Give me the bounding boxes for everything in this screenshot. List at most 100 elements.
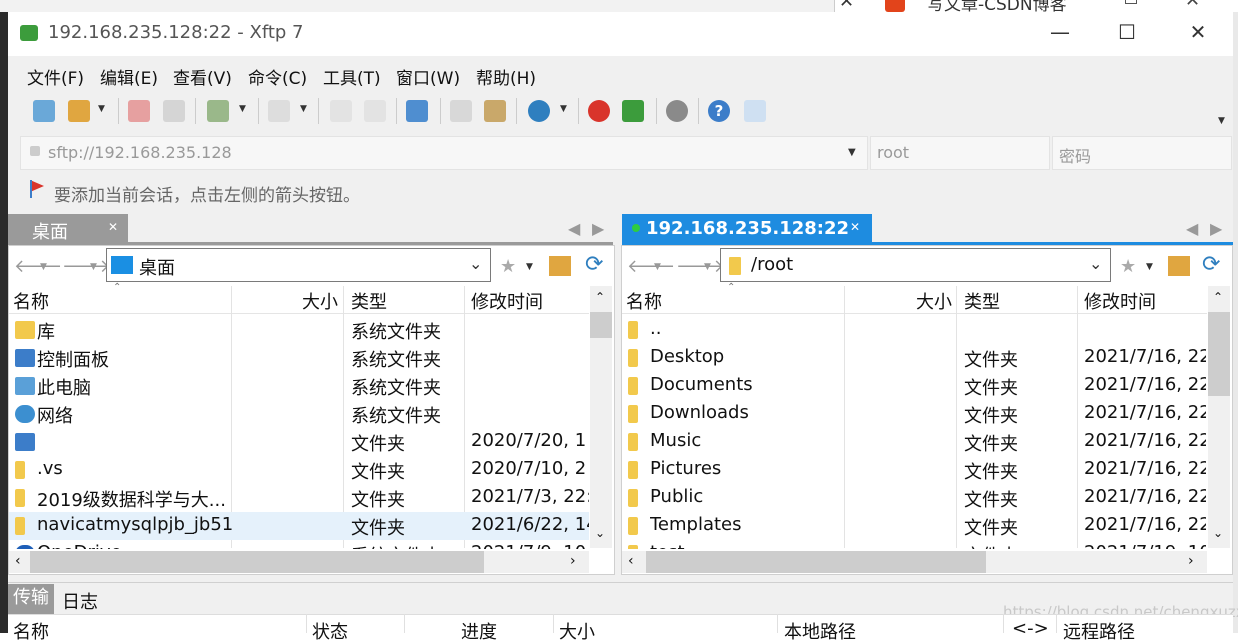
file-row[interactable]: .. [622,316,1207,344]
menu-edit[interactable]: 编辑(E) [100,64,158,89]
home-folder-icon[interactable] [1168,256,1190,276]
back-arrow-icon[interactable]: 🡐 [627,256,675,277]
back-arrow-icon[interactable]: 🡐 [14,256,62,277]
remote-path-field[interactable]: /root ⌄ [720,248,1111,282]
column-modified[interactable]: 修改时间 [1084,288,1156,314]
column-size[interactable]: 大小 [302,288,338,314]
disconnect-icon[interactable] [163,100,185,122]
close-icon[interactable]: ✕ [108,220,118,234]
scrollbar-thumb[interactable] [1208,312,1230,396]
chevron-down-icon[interactable]: ▼ [300,104,307,114]
file-row[interactable]: navicatmysqlpjb_jb51 文件夹 2021/6/22, 14 [9,512,589,540]
file-row[interactable]: 库 系统文件夹 [9,316,589,344]
file-row[interactable]: 网络 系统文件夹 [9,400,589,428]
scroll-right-icon[interactable]: › [1188,553,1194,569]
file-row[interactable]: .vs 文件夹 2020/7/10, 2 [9,456,589,484]
menu-view[interactable]: 查看(V) [173,64,232,89]
forward-arrow-icon[interactable]: 🡒 [676,256,724,277]
scrollbar-thumb[interactable] [590,312,612,338]
column-type[interactable]: 类型 [351,288,387,314]
tab-transfer[interactable]: 传输 [8,584,54,614]
close-icon[interactable]: ✕ [850,220,860,234]
xshell-icon[interactable] [588,100,610,122]
file-row[interactable]: 2019级数据科学与大... 文件夹 2021/7/3, 22: [9,484,589,512]
maximize-button[interactable]: ☐ [1107,20,1147,46]
chevron-left-icon[interactable]: ◀ [568,219,580,238]
open-folder-icon[interactable] [68,100,90,122]
chevron-down-icon[interactable]: ⌄ [1089,254,1102,273]
scrollbar-thumb[interactable] [646,551,986,573]
chevron-down-icon[interactable]: ▼ [848,147,856,158]
chat-icon[interactable] [744,100,766,122]
chevron-down-icon[interactable]: ▼ [654,262,661,272]
home-folder-icon[interactable] [549,256,571,276]
file-row[interactable]: OneDrive 系统文件夹 2021/7/9, 10 [9,540,589,549]
chevron-down-icon[interactable]: ▼ [40,262,47,272]
chevron-down-icon[interactable]: ▼ [560,104,567,114]
file-row[interactable]: Public 文件夹 2021/7/16, 22 [622,484,1207,512]
tab-log[interactable]: 日志 [62,588,98,614]
help-icon[interactable]: ? [708,100,730,122]
column-remote-path[interactable]: 远程路径 [1063,618,1135,644]
connect-icon[interactable] [128,100,150,122]
tab-local-desktop[interactable]: 桌面 ✕ [8,214,128,244]
copy-icon[interactable] [450,100,472,122]
chevron-down-icon[interactable]: ▼ [1146,262,1153,272]
chevron-left-icon[interactable]: ◀ [1186,219,1198,238]
menu-tools[interactable]: 工具(T) [323,64,381,89]
scroll-right-icon[interactable]: › [570,553,576,569]
menu-command[interactable]: 命令(C) [248,64,307,89]
scroll-left-icon[interactable]: ‹ [628,553,634,569]
new-session-icon[interactable] [33,100,55,122]
paste-icon[interactable] [484,100,506,122]
column-name[interactable]: 名称 [13,288,49,314]
add-session-arrow-icon[interactable] [30,180,44,198]
chevron-right-icon[interactable]: ▶ [1210,219,1222,238]
transfer-icon[interactable] [268,100,290,122]
column-size[interactable]: 大小 [559,618,595,644]
chevron-down-icon[interactable]: ▼ [239,104,246,114]
minimize-button[interactable]: — [1040,20,1080,46]
username-field[interactable]: root [870,136,1050,170]
scroll-up-icon[interactable]: ⌃ [1213,290,1223,304]
globe-icon[interactable] [528,100,550,122]
chevron-down-icon[interactable]: ▼ [90,262,97,272]
scroll-up-icon[interactable]: ⌃ [595,290,605,304]
forward-arrow-icon[interactable]: 🡒 [62,256,110,277]
file-row[interactable]: test 文件夹 2021/7/19, 10 [622,540,1207,549]
refresh-icon[interactable]: ⟳ [585,252,603,277]
file-row[interactable]: 文件夹 2020/7/20, 1 [9,428,589,456]
star-icon[interactable]: ★ [1120,256,1136,277]
close-button[interactable]: ✕ [1178,20,1218,46]
scrollbar-thumb[interactable] [30,551,484,573]
column-name[interactable]: 名称 [626,288,662,314]
file-row[interactable]: Music 文件夹 2021/7/16, 22 [622,428,1207,456]
gear-icon[interactable] [666,100,688,122]
star-icon[interactable]: ★ [500,256,516,277]
column-direction[interactable]: <-> [1012,618,1049,639]
chevron-down-icon[interactable]: ▼ [1218,116,1225,126]
column-local-path[interactable]: 本地路径 [784,618,856,644]
tab-remote-session[interactable]: 192.168.235.128:22 ✕ [622,214,872,244]
scroll-down-icon[interactable]: ⌄ [1213,526,1223,540]
local-path-field[interactable]: 桌面 ⌄ [106,248,491,282]
scroll-left-icon[interactable]: ‹ [15,553,21,569]
column-progress[interactable]: 进度 [461,618,497,644]
file-row[interactable]: Templates 文件夹 2021/7/16, 22 [622,512,1207,540]
chevron-right-icon[interactable]: ▶ [592,219,604,238]
menu-help[interactable]: 帮助(H) [476,64,536,89]
file-row[interactable]: Pictures 文件夹 2021/7/16, 22 [622,456,1207,484]
scroll-down-icon[interactable]: ⌄ [595,526,605,540]
chevron-down-icon[interactable]: ▼ [526,262,533,272]
chevron-down-icon[interactable]: ▼ [98,104,105,114]
menu-file[interactable]: 文件(F) [27,64,84,89]
menu-window[interactable]: 窗口(W) [396,64,460,89]
file-row[interactable]: Desktop 文件夹 2021/7/16, 22 [622,344,1207,372]
download-icon[interactable] [364,100,386,122]
refresh-icon[interactable]: ⟳ [1202,252,1220,277]
column-status[interactable]: 状态 [312,618,348,644]
column-size[interactable]: 大小 [916,288,952,314]
xftp-icon[interactable] [622,100,644,122]
upload-icon[interactable] [330,100,352,122]
file-row[interactable]: 控制面板 系统文件夹 [9,344,589,372]
